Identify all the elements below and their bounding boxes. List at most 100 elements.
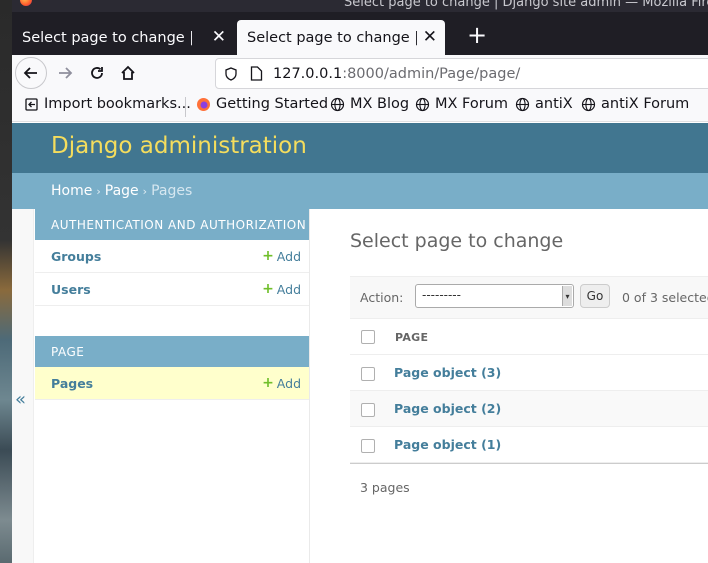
bookmark-import[interactable]: Import bookmarks... (24, 96, 191, 112)
row-link[interactable]: Page object (2) (394, 401, 501, 416)
bookmark-label: Import bookmarks... (44, 96, 191, 112)
url-host: 127.0.0.1 (273, 65, 343, 82)
add-pages-button[interactable]: + Add (262, 375, 301, 391)
browser-tab[interactable]: Select page to change | Django site admi… (12, 20, 234, 55)
breadcrumb-app[interactable]: Page (105, 183, 139, 199)
forward-button[interactable] (48, 57, 82, 89)
globe-icon (415, 97, 430, 111)
globe-icon (581, 97, 596, 111)
url-path: :8000/admin/Page/page/ (342, 65, 521, 82)
bookmark-label: antiX Forum (601, 96, 690, 112)
breadcrumb-current: Pages (151, 183, 193, 199)
add-label: Add (276, 248, 301, 264)
firefox-icon (20, 0, 32, 6)
bookmark-mx-forum[interactable]: MX Forum (415, 96, 508, 112)
import-icon (25, 97, 38, 111)
table-header: PAGE (350, 319, 708, 355)
bookmark-getting-started[interactable]: Getting Started (196, 96, 328, 112)
desktop-wallpaper (0, 0, 12, 563)
globe-icon (515, 97, 530, 111)
row-checkbox[interactable] (361, 367, 375, 381)
home-button[interactable] (111, 57, 145, 89)
table-row: Page object (1) (350, 427, 708, 463)
action-select[interactable]: --------- ▾ (415, 284, 574, 308)
module-caption-page[interactable]: PAGE (35, 336, 309, 367)
row-checkbox[interactable] (361, 403, 375, 417)
module-gap (35, 306, 309, 336)
action-label: Action: (360, 290, 404, 305)
bookmark-label: Getting Started (216, 96, 329, 112)
admin-header: Django administration (12, 123, 708, 173)
main-content: Select page to change Action: --------- … (311, 209, 708, 563)
go-button[interactable]: Go (580, 284, 610, 308)
actions-bar: Action: --------- ▾ Go 0 of 3 selected (350, 276, 708, 319)
sidebar-item-groups: Groups + Add (35, 240, 309, 273)
add-label: Add (276, 281, 301, 297)
close-icon[interactable]: ✕ (212, 26, 226, 48)
add-label: Add (276, 375, 301, 391)
home-icon (121, 65, 135, 80)
tab-label: Select page to change | Django site admi… (22, 29, 192, 46)
plus-icon: + (262, 248, 274, 264)
bookmark-label: MX Forum (435, 96, 509, 112)
nav-sidebar: AUTHENTICATION AND AUTHORIZATION Groups … (35, 209, 310, 563)
bookmark-label: MX Blog (350, 96, 410, 112)
breadcrumb-home[interactable]: Home (51, 183, 92, 199)
bookmark-antix[interactable]: antiX (515, 96, 573, 112)
selection-counter: 0 of 3 selected (622, 290, 708, 305)
shield-icon[interactable] (224, 66, 238, 81)
result-list-table: PAGE Page object (3) Page object (2) Pag… (350, 319, 708, 463)
tab-label: Select page to change | Django site admi… (247, 29, 417, 46)
tab-strip: Select page to change | Django site admi… (12, 12, 708, 55)
module-caption-auth[interactable]: AUTHENTICATION AND AUTHORIZATION (35, 209, 309, 240)
breadcrumb-separator: › (142, 184, 148, 198)
url-text[interactable]: 127.0.0.1:8000/admin/Page/page/ (273, 66, 520, 82)
plus-icon: + (262, 375, 274, 391)
breadcrumb: Home › Page › Pages (12, 173, 708, 209)
browser-tab-active[interactable]: Select page to change | Django site admi… (237, 20, 445, 55)
url-bar[interactable]: 127.0.0.1:8000/admin/Page/page/ (215, 58, 708, 89)
bookmark-mx-blog[interactable]: MX Blog (330, 96, 409, 112)
row-checkbox[interactable] (361, 439, 375, 453)
reload-icon (91, 67, 103, 79)
bookmark-separator (185, 97, 186, 117)
column-header-page[interactable]: PAGE (395, 331, 428, 344)
table-divider (350, 463, 708, 464)
reload-button[interactable] (80, 57, 114, 89)
page-info-icon[interactable] (250, 66, 263, 81)
page-title: Select page to change (350, 230, 564, 252)
close-icon[interactable]: ✕ (423, 26, 437, 48)
arrow-right-icon (59, 67, 73, 79)
model-link-users[interactable]: Users (51, 282, 91, 297)
new-tab-icon[interactable]: + (467, 20, 487, 50)
row-link[interactable]: Page object (1) (394, 437, 501, 452)
paginator: 3 pages (360, 480, 410, 495)
globe-icon (330, 97, 345, 111)
action-selected-option: --------- (422, 288, 461, 302)
navigation-toolbar: 127.0.0.1:8000/admin/Page/page/ (12, 55, 708, 92)
bookmark-label: antiX (535, 96, 573, 112)
row-link[interactable]: Page object (3) (394, 365, 501, 380)
table-row: Page object (2) (350, 391, 708, 427)
select-all-checkbox[interactable] (361, 330, 375, 344)
arrow-left-icon (23, 67, 37, 79)
site-branding[interactable]: Django administration (51, 133, 307, 159)
model-link-pages[interactable]: Pages (51, 376, 93, 391)
add-users-button[interactable]: + Add (262, 281, 301, 297)
back-button[interactable] (15, 57, 47, 89)
sidebar-toggle-column: « (12, 209, 34, 563)
table-row: Page object (3) (350, 355, 708, 391)
bookmarks-toolbar: Import bookmarks... Getting Started MX B… (12, 92, 708, 122)
sidebar-item-pages: Pages + Add (35, 367, 309, 400)
sidebar-item-users: Users + Add (35, 273, 309, 306)
bookmark-antix-forum[interactable]: antiX Forum (581, 96, 689, 112)
plus-icon: + (262, 281, 274, 297)
breadcrumb-separator: › (96, 184, 101, 198)
add-groups-button[interactable]: + Add (262, 248, 301, 264)
toggle-sidebar-button[interactable]: « (15, 389, 26, 410)
firefox-icon (197, 97, 210, 111)
window-title: Select page to change | Django site admi… (344, 0, 708, 10)
model-link-groups[interactable]: Groups (51, 249, 101, 264)
chevron-down-icon: ▾ (562, 286, 572, 306)
window-titlebar: Select page to change | Django site admi… (12, 0, 708, 12)
